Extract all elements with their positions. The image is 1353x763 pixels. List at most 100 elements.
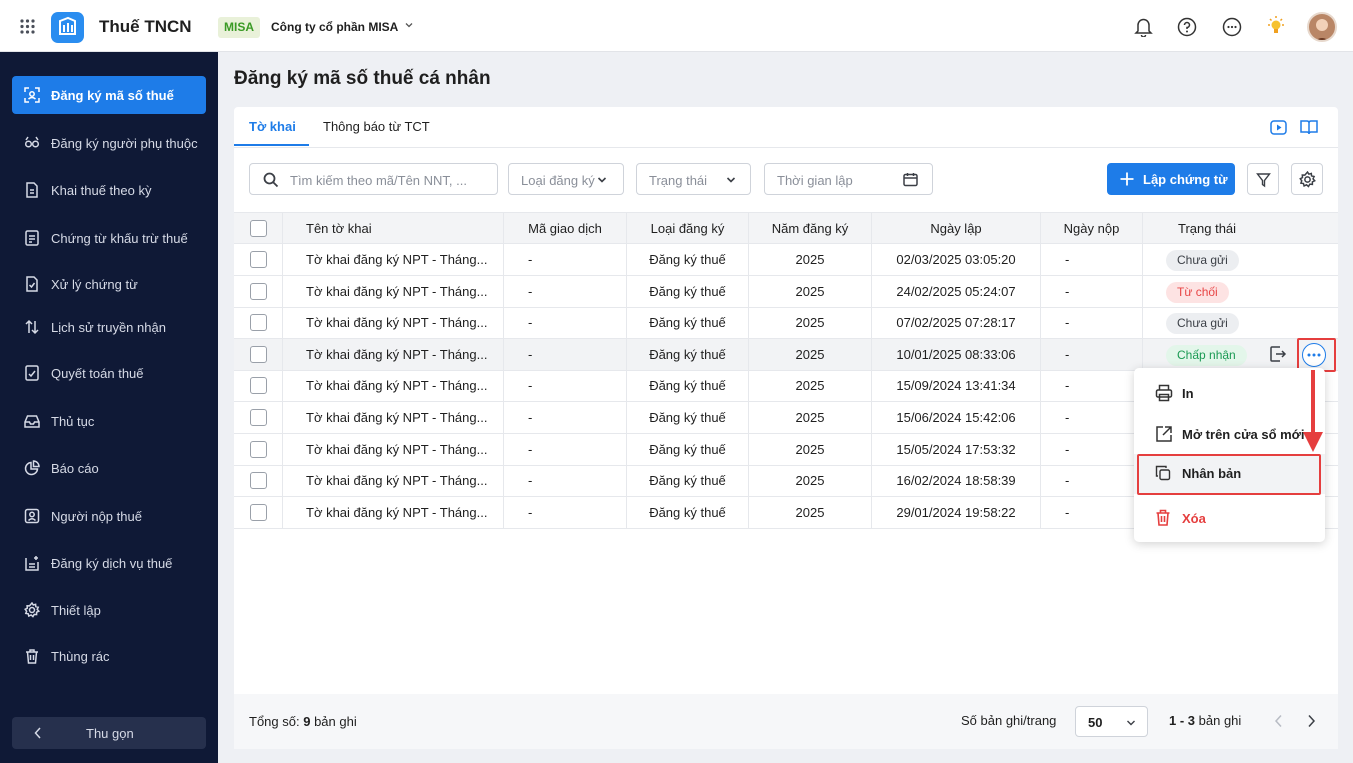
row-checkbox[interactable] <box>250 345 267 363</box>
declaration-name[interactable]: Tờ khai đăng ký NPT - Tháng... <box>283 275 504 307</box>
row-checkbox[interactable] <box>250 251 267 268</box>
registration-type: Đăng ký thuế <box>627 244 749 275</box>
sidebar-item-thu-tuc[interactable]: Thủ tục <box>12 402 206 440</box>
header-registration-type: Loại đăng ký <box>627 213 749 245</box>
registration-type: Đăng ký thuế <box>627 307 749 339</box>
row-checkbox[interactable] <box>250 503 267 521</box>
tab-thong-bao-tu-tct[interactable]: Thông báo từ TCT <box>323 119 430 134</box>
scan-icon <box>24 87 40 103</box>
help-icon[interactable] <box>1177 17 1197 37</box>
video-play-icon[interactable] <box>1270 120 1287 135</box>
more-circle-icon[interactable] <box>1222 17 1242 37</box>
book-icon[interactable] <box>1300 119 1318 135</box>
registration-year: 2025 <box>749 307 872 339</box>
row-checkbox[interactable] <box>250 314 267 332</box>
created-date: 15/09/2024 13:41:34 <box>872 370 1041 402</box>
declaration-name[interactable]: Tờ khai đăng ký NPT - Tháng... <box>283 338 504 370</box>
sidebar-item-lich-su-truyen-nhan[interactable]: Lịch sử truyền nhận <box>12 308 206 346</box>
avatar[interactable] <box>1307 12 1337 42</box>
sidebar-item-nguoi-nop-thue[interactable]: Người nộp thuế <box>12 497 206 535</box>
sidebar-item-thiet-lap[interactable]: Thiết lập <box>12 591 206 629</box>
sidebar-item-quyet-toan-thue[interactable]: Quyết toán thuế <box>12 354 206 392</box>
previous-page-button[interactable] <box>1274 714 1283 728</box>
transaction-code: - <box>504 402 627 433</box>
filter-button[interactable] <box>1247 163 1279 195</box>
declaration-name[interactable]: Tờ khai đăng ký NPT - Tháng... <box>283 496 504 528</box>
trash-icon <box>1155 509 1171 526</box>
bell-icon[interactable] <box>1134 17 1153 37</box>
collapse-button[interactable]: Thu gọn <box>12 717 206 749</box>
row-checkbox[interactable] <box>250 282 267 300</box>
declaration-name[interactable]: Tờ khai đăng ký NPT - Tháng... <box>283 433 504 465</box>
submitted-date: - <box>1041 465 1143 497</box>
search-input[interactable]: Tìm kiếm theo mã/Tên NNT, ... <box>249 163 498 195</box>
sidebar-item-label: Thủ tục <box>51 414 95 429</box>
tab-to-khai[interactable]: Tờ khai <box>249 119 296 134</box>
sidebar-item-xu-ly-chung-tu[interactable]: Xử lý chứng từ <box>12 265 206 303</box>
sidebar-item-khai-thue-theo-ky[interactable]: Khai thuế theo kỳ <box>12 171 206 209</box>
company-name[interactable]: Công ty cổ phần MISA <box>271 20 398 34</box>
table-row[interactable]: Tờ khai đăng ký NPT - Tháng... - Đăng ký t… <box>234 275 1338 308</box>
sidebar-item-dang-ky-nguoi-phu-thuoc[interactable]: Đăng ký người phụ thuộc <box>12 124 206 162</box>
table-row[interactable]: Tờ khai đăng ký NPT - Tháng... - Đăng ký t… <box>234 338 1338 371</box>
select-all-checkbox[interactable] <box>250 220 267 237</box>
lightbulb-icon[interactable] <box>1265 15 1287 37</box>
row-checkbox[interactable] <box>250 440 267 458</box>
menu-item-open-new-window[interactable]: Mở trên cửa sổ mới <box>1134 414 1325 454</box>
row-checkbox-cell <box>234 496 283 528</box>
registration-year: 2025 <box>749 496 872 528</box>
created-date: 16/02/2024 18:58:39 <box>872 465 1041 497</box>
row-checkbox[interactable] <box>250 472 267 490</box>
highlight-box-more-button <box>1297 338 1336 372</box>
open-export-icon[interactable] <box>1269 345 1287 363</box>
table-row[interactable]: Tờ khai đăng ký NPT - Tháng... - Đăng ký t… <box>234 244 1338 276</box>
row-checkbox-cell <box>234 275 283 307</box>
chevron-down-icon[interactable] <box>404 20 414 30</box>
row-checkbox-cell <box>234 370 283 402</box>
declaration-name[interactable]: Tờ khai đăng ký NPT - Tháng... <box>283 244 504 275</box>
settings-button[interactable] <box>1291 163 1323 195</box>
search-placeholder: Tìm kiếm theo mã/Tên NNT, ... <box>290 173 467 188</box>
sidebar-item-label: Báo cáo <box>51 461 99 476</box>
per-page-select[interactable]: 50 <box>1075 706 1148 737</box>
next-page-button[interactable] <box>1307 714 1316 728</box>
header-registration-year: Năm đăng ký <box>749 213 872 245</box>
declaration-name[interactable]: Tờ khai đăng ký NPT - Tháng... <box>283 307 504 339</box>
created-date: 29/01/2024 19:58:22 <box>872 496 1041 528</box>
sidebar-item-bao-cao[interactable]: Báo cáo <box>12 449 206 487</box>
top-bar: Thuế TNCN MISA Công ty cổ phần MISA <box>0 0 1353 52</box>
submitted-date: - <box>1041 244 1143 275</box>
table-row[interactable]: Tờ khai đăng ký NPT - Tháng... - Đăng ký t… <box>234 307 1338 340</box>
status-cell: Từ chối <box>1143 276 1338 307</box>
sidebar-item-dang-ky-ma-so-thue[interactable]: Đăng ký mã số thuế <box>12 76 206 114</box>
tab-divider <box>234 147 1338 148</box>
pie-chart-icon <box>24 460 40 476</box>
transaction-code: - <box>504 307 627 339</box>
create-document-button[interactable]: Lập chứng từ <box>1107 163 1235 195</box>
plus-icon <box>1119 171 1135 187</box>
chevron-down-icon <box>1126 718 1136 728</box>
sidebar-item-thung-rac[interactable]: Thùng rác <box>12 637 206 675</box>
total-count: 9 <box>303 714 311 729</box>
registration-type: Đăng ký thuế <box>627 433 749 465</box>
apps-grid-icon[interactable] <box>20 19 35 34</box>
row-checkbox[interactable] <box>250 377 267 395</box>
declaration-name[interactable]: Tờ khai đăng ký NPT - Tháng... <box>283 370 504 402</box>
created-date: 15/05/2024 17:53:32 <box>872 433 1041 465</box>
declaration-name[interactable]: Tờ khai đăng ký NPT - Tháng... <box>283 402 504 433</box>
service-register-icon <box>24 555 40 571</box>
registration-type-select[interactable]: Loại đăng ký <box>508 163 624 195</box>
trash-icon <box>24 648 40 664</box>
menu-item-print[interactable]: In <box>1134 373 1325 413</box>
declaration-name[interactable]: Tờ khai đăng ký NPT - Tháng... <box>283 465 504 497</box>
row-checkbox[interactable] <box>250 409 267 426</box>
status-select[interactable]: Trạng thái <box>636 163 751 195</box>
menu-item-delete[interactable]: Xóa <box>1134 498 1325 538</box>
sidebar-item-chung-tu-khau-tru-thue[interactable]: Chứng từ khấu trừ thuế <box>12 219 206 257</box>
sidebar-item-dang-ky-dich-vu-thue[interactable]: Đăng ký dịch vụ thuế <box>12 544 206 582</box>
registration-year: 2025 <box>749 433 872 465</box>
date-range-input[interactable]: Thời gian lập <box>764 163 933 195</box>
registration-year: 2025 <box>749 370 872 402</box>
row-checkbox-cell <box>234 465 283 497</box>
chevron-down-icon <box>597 175 607 185</box>
